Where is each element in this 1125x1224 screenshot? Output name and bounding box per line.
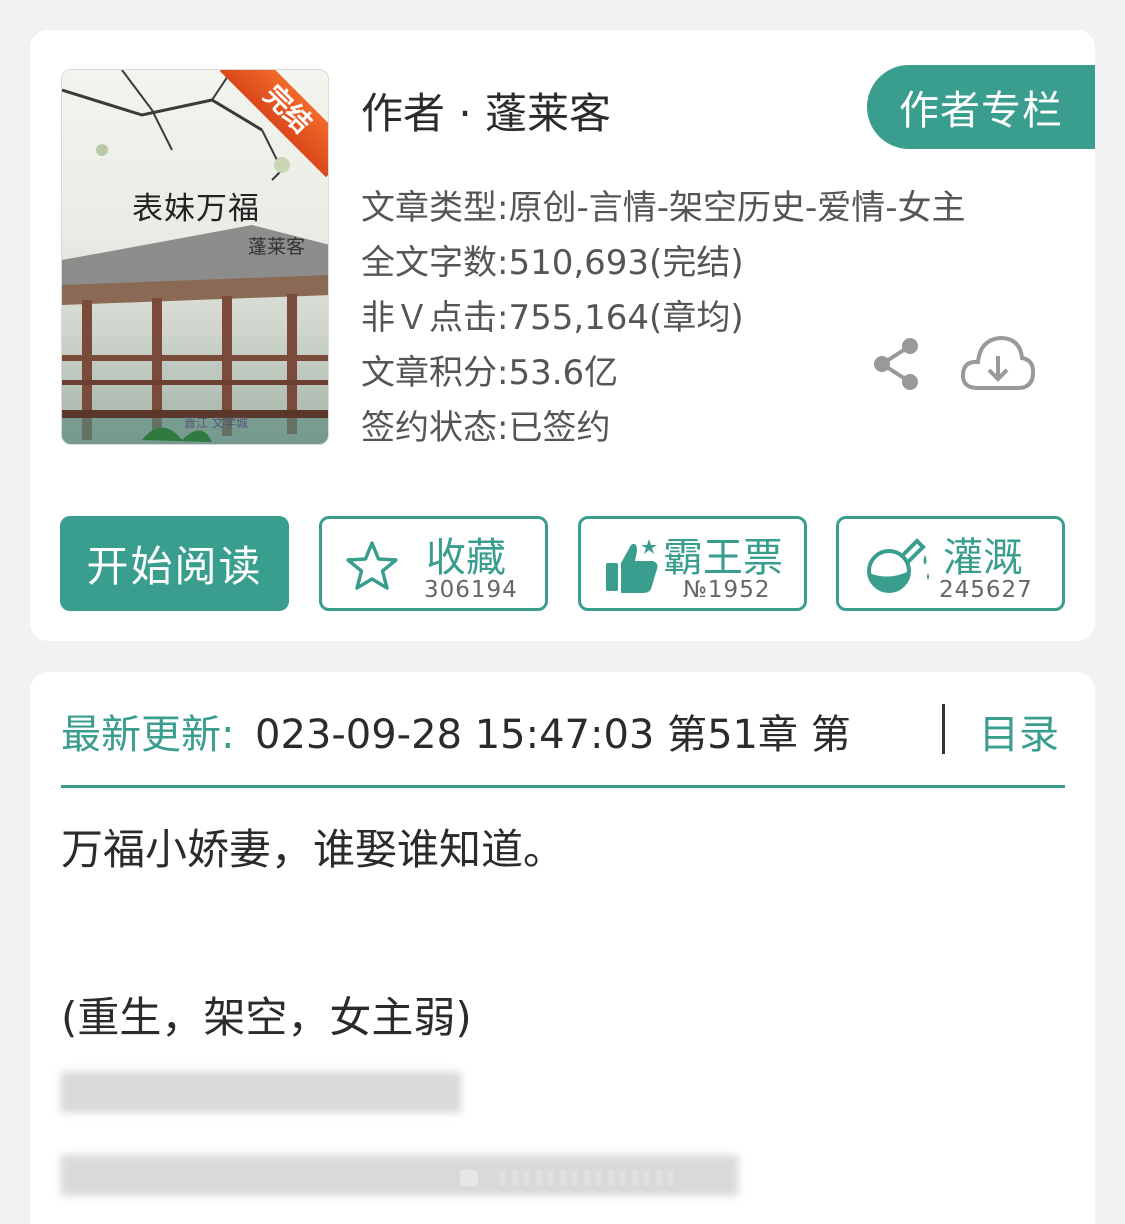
latest-update-row[interactable]: 最新更新: 023-09-28 15:47:03 第51章 第 目录	[61, 702, 1065, 762]
favorite-label: 收藏	[426, 535, 506, 581]
share-icon[interactable]	[872, 336, 922, 392]
blurred-text: ▇▇▇▇▇▇▇▇▇▇▇▇▇	[61, 1067, 461, 1113]
flask-icon	[865, 535, 929, 593]
author-name[interactable]: 作者 · 蓬莱客	[361, 80, 611, 141]
cover-author: 蓬莱客	[248, 236, 306, 258]
ticket-label: 霸王票	[663, 535, 783, 581]
book-intro-card: 最新更新: 023-09-28 15:47:03 第51章 第 目录 万福小娇妻…	[30, 672, 1095, 1224]
irrigate-label: 灌溉	[943, 535, 1023, 581]
meta-score: 文章积分:53.6亿	[361, 353, 619, 393]
vertical-divider	[942, 704, 945, 754]
meta-sign-status: 签约状态:已签约	[361, 408, 611, 448]
intro-line: 万福小娇妻，谁娶谁知道。	[61, 825, 566, 874]
latest-update-value[interactable]: 023-09-28 15:47:03 第51章 第	[255, 702, 851, 760]
irrigate-button[interactable]: 灌溉 245627	[836, 516, 1065, 611]
section-divider	[61, 785, 1065, 788]
latest-update-label: 最新更新:	[61, 712, 235, 758]
intro-line: (重生，架空，女主弱)	[61, 993, 472, 1042]
catalog-link[interactable]: 目录	[979, 702, 1059, 760]
watermark-bars	[460, 1170, 674, 1186]
download-cloud-icon[interactable]	[960, 332, 1036, 396]
book-info-card: 表妹万福 蓬莱客 完结 晋江 文学城 作者 · 蓬莱客 作者专栏 文章类型:原创…	[30, 30, 1095, 641]
book-cover[interactable]: 表妹万福 蓬莱客 完结 晋江 文学城	[61, 69, 329, 445]
star-icon	[344, 539, 404, 595]
start-reading-button[interactable]: 开始阅读	[60, 516, 289, 611]
favorite-count: 306194	[424, 577, 518, 603]
meta-genre: 文章类型:原创-言情-架空历史-爱情-女主	[361, 188, 966, 228]
thumbs-up-icon	[603, 537, 663, 593]
publisher-logo: 晋江 文学城	[184, 416, 248, 430]
meta-clicks: 非Ｖ点击:755,164(章均)	[361, 298, 744, 338]
cover-title: 表妹万福	[132, 191, 260, 227]
author-column-button[interactable]: 作者专栏	[867, 65, 1095, 149]
ticket-rank: №1952	[683, 577, 771, 603]
favorite-button[interactable]: 收藏 306194	[319, 516, 548, 611]
bawang-ticket-button[interactable]: 霸王票 №1952	[578, 516, 807, 611]
meta-word-count: 全文字数:510,693(完结)	[361, 243, 744, 283]
irrigate-count: 245627	[939, 577, 1033, 603]
